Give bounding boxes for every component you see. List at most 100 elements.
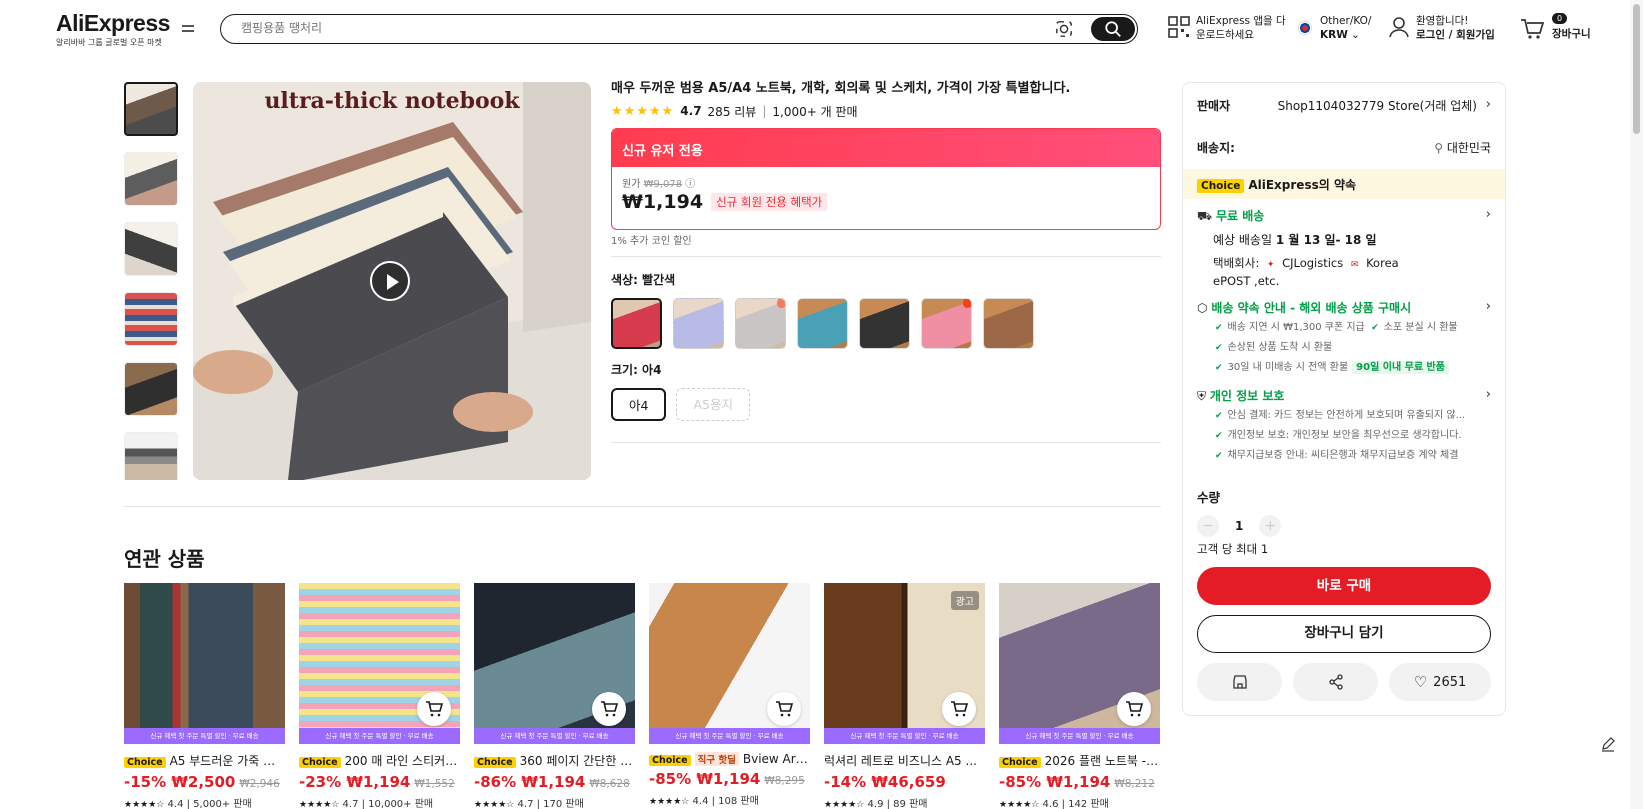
size-option-a4[interactable]: 아4 (611, 388, 667, 421)
share-button[interactable] (1293, 663, 1378, 701)
add-to-cart-icon[interactable] (1117, 692, 1151, 726)
product-thumbnail[interactable]: 신규 혜택 첫 주문 특별 할인 · 무료 배송 (299, 583, 460, 744)
promise-1b: 소포 분실 시 환불 (1383, 322, 1458, 333)
image-search-icon[interactable] (1055, 20, 1073, 38)
swatch-pink[interactable] (921, 298, 972, 349)
choice-tag: Choice (299, 757, 341, 768)
divider (611, 442, 1161, 443)
product-title: 매우 두꺼운 범용 A5/A4 노트북, 개학, 회의록 및 스케치, 가격이 … (611, 81, 1071, 96)
size-option-a5[interactable]: A5용지 (676, 388, 750, 421)
product-name: Bview Art 5.8... (742, 752, 810, 766)
play-video-icon[interactable] (370, 261, 410, 301)
search-button[interactable] (1091, 16, 1135, 41)
eta-dates: 1 월 13 일- 18 일 (1275, 233, 1377, 247)
cj-logo-icon: ✦ (1266, 260, 1275, 270)
seller-row[interactable]: 판매자 Shop1104032779 Store(거래 업체) › (1197, 97, 1491, 114)
swatch-purple[interactable] (673, 298, 724, 349)
thumbnail-image[interactable] (124, 432, 178, 480)
swatch-red[interactable] (611, 298, 662, 349)
main-product-image[interactable]: ultra-thick notebook (193, 82, 591, 480)
privacy-shield-icon: ⛨ (1197, 389, 1207, 403)
related-product-card[interactable]: 광고 신규 혜택 첫 주문 특별 할인 · 무료 배송 럭셔리 레트로 비즈니스… (824, 583, 985, 809)
buy-now-button[interactable]: 바로 구매 (1197, 567, 1491, 605)
swatch-brown[interactable] (983, 298, 1034, 349)
quantity-plus-button[interactable]: + (1259, 515, 1282, 537)
related-product-card[interactable]: 신규 혜택 첫 주문 특별 할인 · 무료 배송 Choice 360 페이지 간… (474, 583, 635, 809)
product-name: 럭셔리 레트로 비즈니스 A5 ... (824, 754, 977, 768)
size-label: 크기: 아4 (611, 363, 662, 377)
quantity-minus-button[interactable]: − (1197, 515, 1219, 537)
thumbnail-image[interactable] (124, 362, 178, 416)
choice-tag: Choice (999, 757, 1041, 768)
aliexpress-logo[interactable]: AliExpress 알리바바 그룹 글로벌 오픈 마켓 (56, 10, 170, 48)
thumbnail-video[interactable] (124, 82, 178, 136)
product-thumbnail[interactable]: 신규 혜택 첫 주문 특별 할인 · 무료 배송 (649, 583, 810, 744)
chevron-right-icon: › (1485, 97, 1491, 112)
product-name: 2026 플랜 노트북 - 고... (1044, 754, 1160, 768)
product-price: -14% ₩46,659 (824, 773, 946, 791)
review-count[interactable]: 285 리뷰 (708, 103, 757, 120)
add-to-cart-icon[interactable] (767, 692, 801, 726)
related-product-card[interactable]: 신규 혜택 첫 주문 특별 할인 · 무료 배송 Choice A5 부드러운 가… (124, 583, 285, 809)
shipping-row[interactable]: ⛟ 무료 배송 › 예상 배송일 1 월 13 일- 18 일 택배회사: ✦ … (1197, 207, 1491, 288)
add-to-cart-icon[interactable] (942, 692, 976, 726)
login-signup-link[interactable]: 로그인 / 회원가입 (1416, 29, 1495, 41)
hot-icon (777, 299, 785, 308)
wishlist-count: 2651 (1433, 674, 1467, 690)
thumbnail-image[interactable] (124, 152, 178, 206)
heart-icon: ♡ (1413, 673, 1428, 691)
add-to-cart-icon[interactable] (592, 692, 626, 726)
thumbnail-image[interactable] (124, 222, 178, 276)
wishlist-button[interactable]: ♡ 2651 (1389, 663, 1491, 701)
product-price: -15% ₩2,500 (124, 773, 236, 791)
privacy-row[interactable]: ⛨ 개인 정보 보호 › ✔ 안심 결제: 카드 정보는 안전하게 보호되며 유출… (1197, 387, 1491, 466)
lang-line1: Other/KO/ (1320, 15, 1372, 27)
seller-name[interactable]: Shop1104032779 Store(거래 업체) (1278, 97, 1477, 114)
ship-to-row[interactable]: 배송지: ⚲ 대한민국 (1197, 139, 1491, 156)
promo-strip: 신규 혜택 첫 주문 특별 할인 · 무료 배송 (649, 728, 810, 744)
hamburger-menu-icon[interactable] (180, 22, 196, 38)
swatch-gray[interactable] (735, 298, 786, 349)
swatch-teal[interactable] (797, 298, 848, 349)
separator: | (762, 104, 767, 118)
new-user-promo-box: 신규 유저 전용 원가 ₩9,078 ⓘ ₩1,194 신규 회원 전용 혜택가 (611, 128, 1161, 230)
coin-discount: 1% 추가 코인 할인 (611, 236, 692, 247)
product-sold: 170 판매 (543, 799, 584, 809)
related-product-card[interactable]: 신규 혜택 첫 주문 특별 할인 · 무료 배송 Choice 2026 플랜 노… (999, 583, 1160, 809)
orig-label: 원가 (622, 179, 641, 190)
quantity-label: 수량 (1197, 490, 1221, 505)
product-thumbnail[interactable]: 신규 혜택 첫 주문 특별 할인 · 무료 배송 (999, 583, 1160, 744)
quantity-value[interactable]: 1 (1235, 519, 1243, 533)
swatch-black[interactable] (859, 298, 910, 349)
chevron-right-icon: › (1485, 299, 1491, 314)
product-rating: 4.4 (167, 799, 184, 809)
choice-promise: AliExpress의 약속 (1248, 178, 1357, 192)
related-product-card[interactable]: 신규 혜택 첫 주문 특별 할인 · 무료 배송 Choice 직구 핫딜 Bvie… (649, 583, 810, 809)
carrier-epost: ePOST ,etc. (1213, 274, 1280, 288)
purchase-panel: 판매자 Shop1104032779 Store(거래 업체) › 배송지: ⚲… (1182, 82, 1506, 716)
promo-strip: 신규 혜택 첫 주문 특별 할인 · 무료 배송 (299, 728, 460, 744)
add-to-cart-button[interactable]: 장바구니 담기 (1197, 615, 1491, 653)
current-price: ₩1,194 (622, 191, 704, 213)
rating-row[interactable]: ★★★★★ 4.7 285 리뷰 | 1,000+ 개 판매 (611, 102, 1161, 120)
image-caption: ultra-thick notebook (264, 88, 520, 114)
search-input[interactable] (241, 21, 1021, 35)
delivery-promise-row[interactable]: ⬡ 배송 약속 안내 - 해외 배송 상품 구매시 › ✔ 배송 지연 시 ₩1,… (1197, 299, 1491, 378)
add-to-cart-icon[interactable] (417, 692, 451, 726)
product-thumbnail[interactable]: 신규 혜택 첫 주문 특별 할인 · 무료 배송 (124, 583, 285, 744)
related-product-card[interactable]: 신규 혜택 첫 주문 특별 할인 · 무료 배송 Choice 200 매 라인 … (299, 583, 460, 809)
product-thumbnail[interactable]: 광고 신규 혜택 첫 주문 특별 할인 · 무료 배송 (824, 583, 985, 744)
edit-pen-icon[interactable] (1600, 736, 1618, 754)
privacy-title: 개인 정보 보호 (1209, 389, 1285, 403)
thumbnail-image[interactable] (124, 292, 178, 346)
rating-stars-icon: ★★★★☆ (124, 800, 165, 809)
chevron-right-icon: › (1485, 207, 1491, 222)
store-button[interactable] (1197, 663, 1282, 701)
page-scrollbar[interactable] (1630, 0, 1643, 809)
product-thumbnail[interactable]: 신규 혜택 첫 주문 특별 할인 · 무료 배송 (474, 583, 635, 744)
product-price: -23% ₩1,194 (299, 773, 411, 791)
scrollbar-thumb[interactable] (1633, 4, 1640, 134)
info-icon[interactable]: ⓘ (685, 179, 695, 190)
promise-2: 손상된 상품 도착 시 환불 (1227, 342, 1333, 353)
store-icon (1232, 675, 1247, 689)
